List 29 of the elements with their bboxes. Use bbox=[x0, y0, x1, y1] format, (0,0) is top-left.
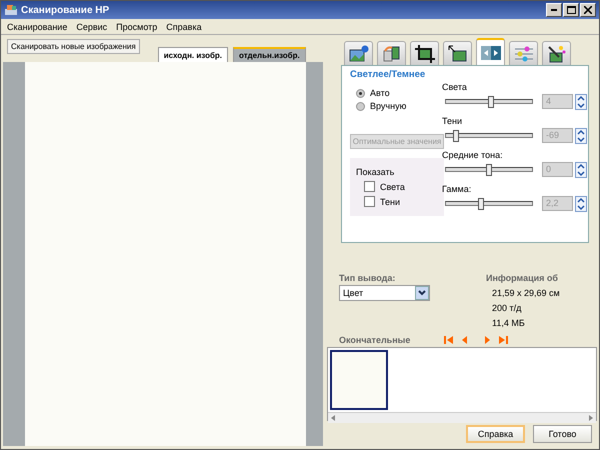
menu-item[interactable]: Просмотр bbox=[116, 22, 158, 32]
dialog-button[interactable]: Справка bbox=[466, 425, 525, 443]
radio-label: Авто bbox=[370, 88, 390, 98]
final-label: Окончательные bbox=[339, 335, 410, 345]
info-text: 21,59 x 29,69 см bbox=[491, 288, 560, 298]
slider-label: Света bbox=[442, 82, 468, 93]
menu-item[interactable]: Сервис bbox=[76, 22, 108, 32]
view-tab[interactable]: исходн. изобр. bbox=[158, 47, 228, 62]
info-text: 11,4 МБ bbox=[491, 318, 526, 328]
group-label: Показать bbox=[356, 167, 396, 177]
radio-label: Вручную bbox=[370, 101, 406, 111]
output-type-dropdown[interactable]: Цвет bbox=[339, 285, 430, 301]
window-title: Сканирование HP bbox=[21, 4, 110, 16]
info-text: 200 т/д bbox=[491, 303, 522, 313]
menu-item[interactable]: Справка bbox=[166, 22, 202, 32]
scan-button[interactable]: Сканировать новые изображения bbox=[7, 39, 140, 54]
output-type-label: Тип вывода: bbox=[339, 273, 396, 283]
slider-label: Гамма: bbox=[442, 184, 472, 195]
radio-option[interactable]: Вручную bbox=[356, 101, 438, 111]
radio-option[interactable]: Авто bbox=[356, 88, 438, 98]
dialog-button[interactable]: Готово bbox=[533, 425, 592, 443]
slider-label: Средние тона: bbox=[442, 150, 504, 161]
slider-label: Тени bbox=[442, 116, 463, 127]
view-tab[interactable]: отдельн.изобр. bbox=[233, 47, 306, 62]
checkbox-label: Тени bbox=[380, 196, 400, 206]
info-title: Информация об bbox=[486, 273, 559, 283]
checkbox-label: Света bbox=[380, 182, 405, 192]
menu-item[interactable]: Сканирование bbox=[7, 22, 68, 32]
panel-title: Светлее/Темнее bbox=[350, 69, 426, 80]
